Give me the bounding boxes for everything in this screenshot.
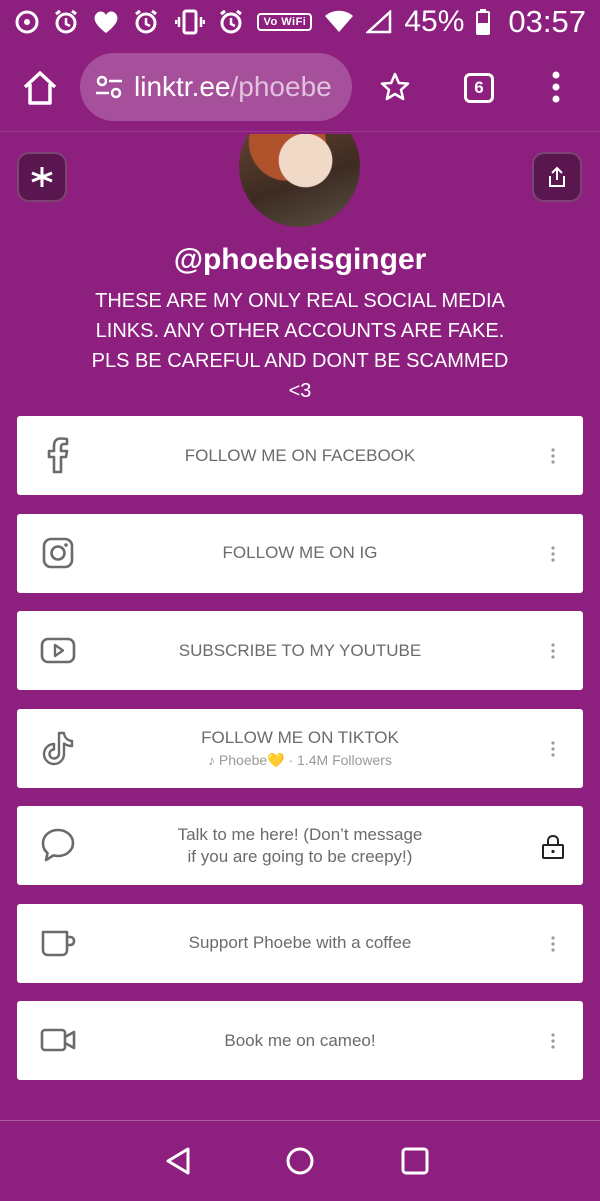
clock: 03:57 bbox=[508, 4, 586, 39]
link-title: Talk to me here! (Don’t message bbox=[177, 824, 423, 844]
link-chat[interactable]: Talk to me here! (Don’t message if you a… bbox=[17, 806, 583, 885]
link-list: FOLLOW ME ON FACEBOOK FOLLOW ME ON IG SU… bbox=[17, 416, 583, 1099]
link-cameo[interactable]: Book me on cameo! bbox=[17, 1001, 583, 1080]
signal-icon bbox=[366, 10, 392, 34]
link-title-line2: if you are going to be creepy!) bbox=[187, 846, 413, 866]
chat-bubble-icon bbox=[41, 828, 75, 862]
linktree-asterisk-icon bbox=[31, 167, 53, 187]
link-title: SUBSCRIBE TO MY YOUTUBE bbox=[178, 640, 422, 660]
profile-bio: THESE ARE MY ONLY REAL SOCIAL MEDIA LINK… bbox=[91, 290, 509, 402]
link-title: FOLLOW ME ON FACEBOOK bbox=[184, 445, 416, 465]
wifi-icon bbox=[325, 10, 354, 32]
video-camera-icon bbox=[40, 1028, 76, 1052]
link-options-icon[interactable] bbox=[551, 740, 555, 757]
link-options-icon[interactable] bbox=[551, 545, 555, 562]
site-settings-icon[interactable] bbox=[94, 72, 124, 102]
back-icon[interactable] bbox=[162, 1145, 194, 1177]
link-title: FOLLOW ME ON IG bbox=[222, 543, 378, 562]
link-facebook[interactable]: FOLLOW ME ON FACEBOOK bbox=[17, 416, 583, 495]
tiktok-follower-count: · 1.4M Followers bbox=[288, 752, 392, 768]
link-options-icon[interactable] bbox=[551, 935, 555, 952]
alarm-icon-3 bbox=[220, 9, 243, 34]
url-text[interactable]: linktr.ee/phoebe bbox=[134, 71, 332, 103]
link-title: FOLLOW ME ON TIKTOK bbox=[201, 728, 399, 747]
facebook-icon bbox=[47, 437, 69, 474]
tiktok-profile-name: Phoebe💛 bbox=[218, 752, 285, 768]
link-title: Book me on cameo! bbox=[224, 1030, 376, 1050]
link-text-block: Talk to me here! (Don’t message if you a… bbox=[178, 824, 423, 868]
profile-username: @phoebeisginger bbox=[173, 243, 427, 276]
url-domain: linktr.ee bbox=[134, 71, 231, 102]
instagram-icon bbox=[42, 537, 74, 568]
tiktok-followers: ♪ Phoebe💛 · 1.4M Followers bbox=[208, 752, 392, 768]
battery-percent: 45% bbox=[404, 5, 465, 38]
share-icon bbox=[549, 166, 565, 187]
recents-icon[interactable] bbox=[400, 1145, 430, 1177]
tiktok-icon bbox=[42, 731, 74, 765]
heart-icon bbox=[94, 11, 118, 33]
link-coffee[interactable]: Support Phoebe with a coffee bbox=[17, 903, 583, 983]
system-nav-bar bbox=[0, 1120, 600, 1201]
lock-icon[interactable] bbox=[541, 834, 565, 860]
vibrate-icon bbox=[175, 9, 206, 35]
tab-switcher-button[interactable]: 6 bbox=[464, 73, 494, 103]
linktree-logo-button[interactable] bbox=[17, 152, 67, 202]
battery-icon bbox=[476, 9, 491, 35]
link-title: Support Phoebe with a coffee bbox=[188, 933, 412, 952]
browser-toolbar: linktr.ee/phoebe 6 bbox=[0, 44, 600, 132]
status-icons-left bbox=[14, 8, 160, 36]
coffee-cup-icon bbox=[41, 930, 76, 956]
status-icons-right: Vo WiFi 45% 03:57 bbox=[175, 4, 586, 40]
share-button[interactable] bbox=[532, 152, 582, 202]
url-path: /phoebe bbox=[230, 71, 332, 102]
bookmark-star-icon[interactable] bbox=[380, 72, 410, 102]
address-bar[interactable]: linktr.ee/phoebe bbox=[80, 53, 352, 121]
link-options-icon[interactable] bbox=[551, 643, 555, 659]
home-icon[interactable] bbox=[20, 68, 60, 108]
more-options-icon[interactable] bbox=[552, 71, 560, 103]
link-text-block: FOLLOW ME ON TIKTOK ♪ Phoebe💛 · 1.4M Fol… bbox=[201, 727, 399, 769]
status-bar: Vo WiFi 45% 03:57 bbox=[0, 0, 600, 44]
vowifi-badge: Vo WiFi bbox=[257, 13, 313, 31]
link-youtube[interactable]: SUBSCRIBE TO MY YOUTUBE bbox=[17, 611, 583, 690]
link-tiktok[interactable]: FOLLOW ME ON TIKTOK ♪ Phoebe💛 · 1.4M Fol… bbox=[17, 708, 583, 788]
home-circle-icon[interactable] bbox=[285, 1145, 315, 1177]
youtube-icon bbox=[40, 637, 76, 664]
link-options-icon[interactable] bbox=[551, 1033, 555, 1049]
alarm-icon-2 bbox=[135, 9, 157, 34]
link-options-icon[interactable] bbox=[551, 448, 555, 464]
alarm-icon bbox=[55, 9, 77, 34]
link-instagram[interactable]: FOLLOW ME ON IG bbox=[17, 513, 583, 593]
record-disc-icon bbox=[15, 10, 39, 34]
